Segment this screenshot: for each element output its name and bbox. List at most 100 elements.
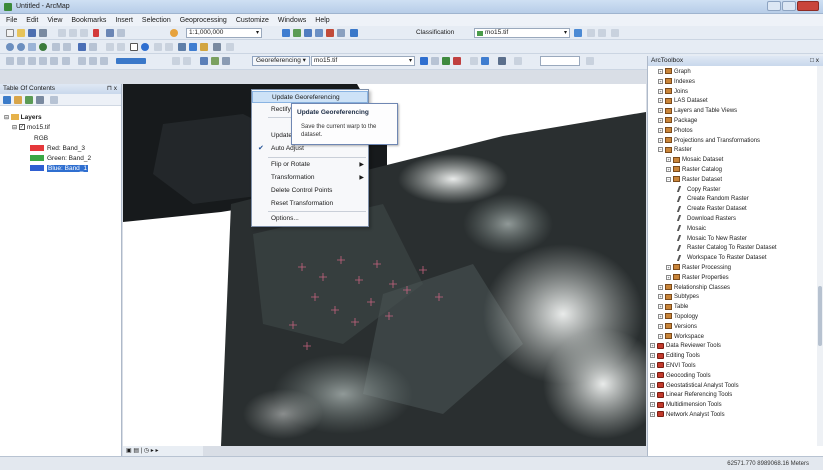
close-button[interactable] <box>797 1 819 11</box>
expand-collapse-icon[interactable]: + <box>658 304 663 310</box>
arctoolbox-row[interactable]: + Linear Referencing Tools <box>650 391 732 399</box>
undo-icon[interactable] <box>106 29 114 37</box>
arctoolbox-row[interactable]: + Layers and Table Views <box>658 107 737 115</box>
expand-collapse-icon[interactable]: − <box>658 147 663 153</box>
map-scale-input[interactable]: 1:1,000,000 ▾ <box>186 28 262 38</box>
view-link-table-icon[interactable] <box>481 57 489 65</box>
auto-registration-icon[interactable] <box>470 57 478 65</box>
layout-tool-2-icon[interactable] <box>17 57 25 65</box>
layer-item[interactable]: ⊟ ✓ mo15.tif <box>12 124 50 132</box>
layout-tool-9-icon[interactable] <box>100 57 108 65</box>
model-builder-icon[interactable] <box>350 29 358 37</box>
arctoolbox-row[interactable]: + Editing Tools <box>650 352 700 360</box>
georeferencing-menu-button[interactable]: Georeferencing ▾ <box>252 56 310 66</box>
cut-icon[interactable] <box>58 29 66 37</box>
expand-collapse-icon[interactable]: + <box>658 68 663 74</box>
add-control-points-icon[interactable] <box>442 57 450 65</box>
find-icon[interactable] <box>154 43 162 51</box>
expand-collapse-icon[interactable]: + <box>658 284 663 290</box>
expand-collapse-icon[interactable]: + <box>650 382 655 388</box>
fixed-zoom-in-icon[interactable] <box>52 43 60 51</box>
clear-selection-icon[interactable] <box>117 43 125 51</box>
arctoolbox-row[interactable]: + Table <box>658 303 688 311</box>
arctoolbox-row[interactable]: Raster Catalog To Raster Dataset <box>676 244 777 252</box>
expand-collapse-icon[interactable]: + <box>658 294 663 300</box>
arctoolbox-row[interactable]: + Topology <box>658 313 698 321</box>
arctoolbox-row[interactable]: + Raster Properties <box>666 274 729 282</box>
arctoolbox-row[interactable]: + Raster Catalog <box>666 166 722 174</box>
arctoolbox-row[interactable]: − Raster <box>658 146 692 154</box>
arctoolbox-row[interactable]: + Network Analyst Tools <box>650 411 725 419</box>
arctoolbox-row[interactable]: + Geostatistical Analyst Tools <box>650 382 739 390</box>
arctoolbox-row[interactable]: Workspace To Raster Dataset <box>676 254 766 262</box>
arctoolbox-row[interactable]: + Photos <box>658 127 693 135</box>
menu-insert[interactable]: Insert <box>115 17 133 24</box>
save-icon[interactable] <box>28 29 36 37</box>
time-slider-icon[interactable] <box>213 43 221 51</box>
zoom-out-icon[interactable] <box>17 43 25 51</box>
toc-options-icon[interactable] <box>50 96 58 104</box>
draw-tool-4-icon[interactable] <box>211 57 219 65</box>
forward-extent-icon[interactable] <box>89 43 97 51</box>
arctoolbox-row[interactable]: + ENVI Tools <box>650 362 696 370</box>
class-options-icon[interactable] <box>611 29 619 37</box>
classification-layer-select[interactable]: mo15.tif ▾ <box>474 28 570 38</box>
print-icon[interactable] <box>39 29 47 37</box>
remove-control-points-icon[interactable] <box>453 57 461 65</box>
list-by-drawing-order-icon[interactable] <box>3 96 11 104</box>
menu-edit[interactable]: Edit <box>26 17 38 24</box>
arctoolbox-row[interactable]: Create Random Raster <box>676 195 749 203</box>
menu-help[interactable]: Help <box>315 17 329 24</box>
list-by-source-icon[interactable] <box>14 96 22 104</box>
zoom-in-icon[interactable] <box>6 43 14 51</box>
band-blue[interactable]: Blue: Band_1 <box>30 165 89 173</box>
arctoolbox-row[interactable]: + Geocoding Tools <box>650 372 711 380</box>
expand-collapse-icon[interactable]: − <box>666 176 671 182</box>
layer-visibility-checkbox[interactable]: ✓ <box>18 124 25 131</box>
arctoolbox-row[interactable]: + LAS Dataset <box>658 97 708 105</box>
arctoolbox-row[interactable]: + Workspace <box>658 333 704 341</box>
layers-group[interactable]: ⊟ Layers <box>4 114 42 122</box>
layout-tool-6-icon[interactable] <box>62 57 70 65</box>
menu-selection[interactable]: Selection <box>142 17 171 24</box>
search-window-icon[interactable] <box>315 29 323 37</box>
expand-collapse-icon[interactable]: + <box>658 127 663 133</box>
list-by-visibility-icon[interactable] <box>25 96 33 104</box>
menu-file[interactable]: File <box>6 17 17 24</box>
menu-options[interactable]: Options... <box>252 213 368 225</box>
add-data-icon[interactable] <box>170 29 178 37</box>
band-red[interactable]: Red: Band_3 <box>30 145 85 153</box>
expand-collapse-icon[interactable]: + <box>650 392 655 398</box>
georeferencing-value-input[interactable] <box>540 56 580 66</box>
expand-collapse-icon[interactable]: + <box>658 78 663 84</box>
hyperlink-icon[interactable] <box>189 43 197 51</box>
maximize-button[interactable] <box>782 1 796 11</box>
arctoolbox-row[interactable]: Mosaic To New Raster <box>676 235 747 243</box>
arctoolbox-row[interactable]: + Subtypes <box>658 293 699 301</box>
expand-collapse-icon[interactable]: + <box>650 372 655 378</box>
expand-collapse-icon[interactable]: + <box>650 343 655 349</box>
draw-tool-2-icon[interactable] <box>183 57 191 65</box>
expand-collapse-icon[interactable]: + <box>658 313 663 319</box>
pan-icon[interactable] <box>28 43 36 51</box>
paste-icon[interactable] <box>80 29 88 37</box>
arctoolbox-row[interactable]: Download Rasters <box>676 215 736 223</box>
expand-collapse-icon[interactable]: + <box>658 137 663 143</box>
open-icon[interactable] <box>17 29 25 37</box>
expand-collapse-icon[interactable]: + <box>650 353 655 359</box>
copy-icon[interactable] <box>69 29 77 37</box>
layout-tool-8-icon[interactable] <box>89 57 97 65</box>
viewer-icon[interactable] <box>498 57 506 65</box>
arctoolbox-row[interactable]: + Projections and Transformations <box>658 137 760 145</box>
go-to-xy-icon[interactable] <box>165 43 173 51</box>
arctoolbox-row[interactable]: + Indexes <box>658 78 695 86</box>
layout-tool-3-icon[interactable] <box>28 57 36 65</box>
arctoolbox-row[interactable]: Copy Raster <box>676 186 720 194</box>
expand-collapse-icon[interactable]: + <box>658 117 663 123</box>
html-popup-icon[interactable] <box>200 43 208 51</box>
editor-toolbar-icon[interactable] <box>282 29 290 37</box>
menu-bookmarks[interactable]: Bookmarks <box>71 17 106 24</box>
expand-collapse-icon[interactable]: + <box>658 108 663 114</box>
georeferencing-layer-select[interactable]: mo15.tif ▾ <box>311 56 415 66</box>
arctoolbox-row[interactable]: + Multidimension Tools <box>650 401 722 409</box>
